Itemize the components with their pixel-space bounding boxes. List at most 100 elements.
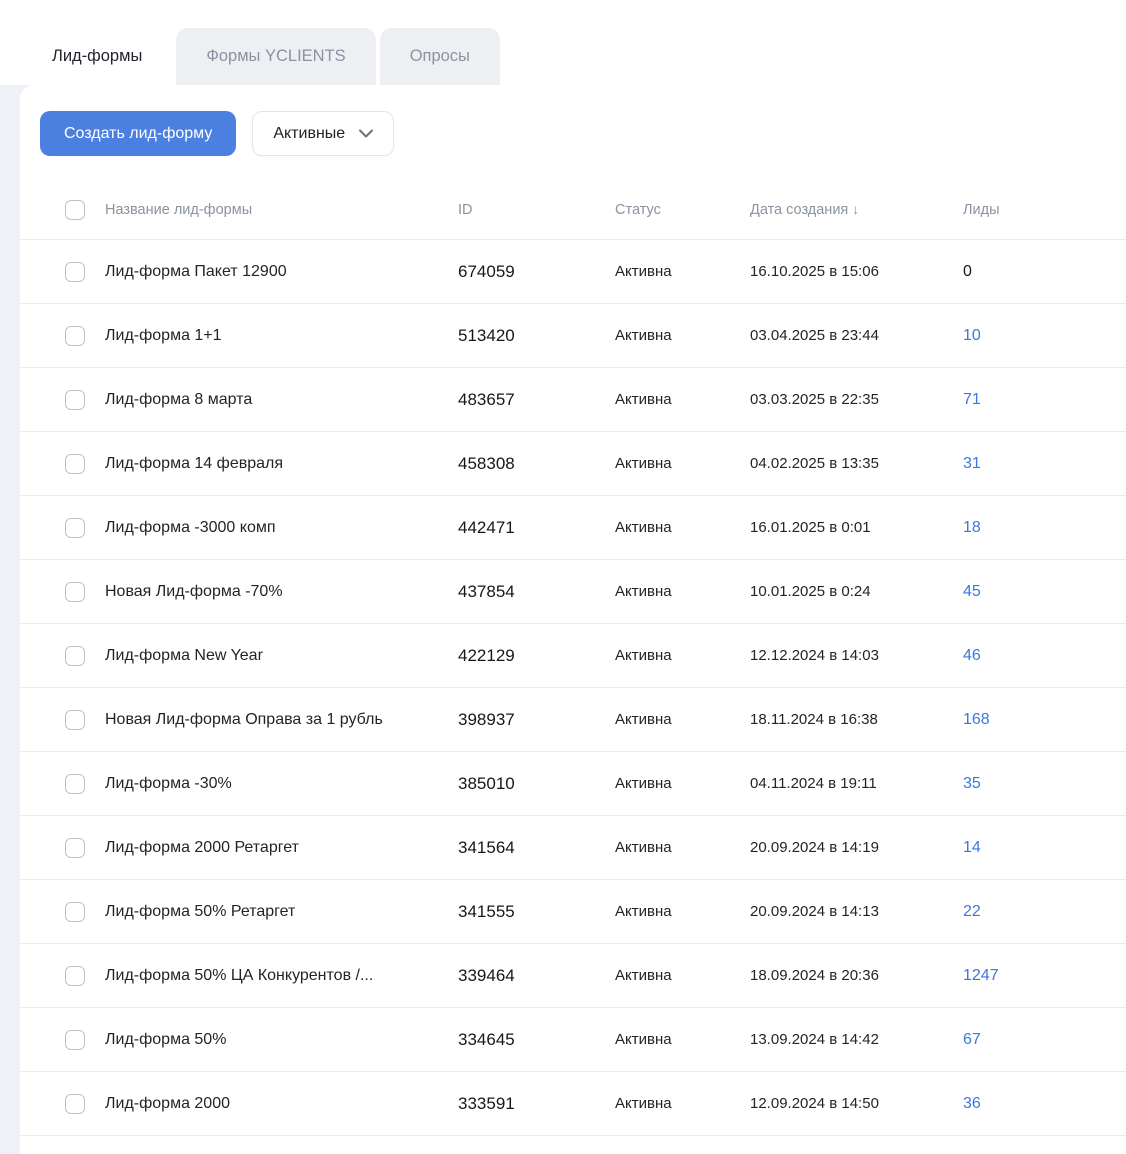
table-row[interactable]: Лид-форма -30% 385010 Активна 04.11.2024… [20,752,1126,816]
row-checkbox[interactable] [65,389,85,410]
lead-count-link[interactable]: 45 [963,583,1126,601]
row-checkbox[interactable] [65,517,85,538]
lead-form-created-date: 12.09.2024 в 14:50 [750,1095,879,1112]
lead-forms-table: Название лид-формы ID Статус Дата создан… [20,180,1126,1154]
row-checkbox[interactable] [65,965,85,986]
row-checkbox[interactable] [65,261,85,282]
sort-descending-icon[interactable]: ↓ [852,201,859,217]
column-header-status[interactable]: Статус [615,202,750,218]
row-checkbox[interactable] [65,773,85,794]
select-all-cell [65,199,105,220]
lead-form-id: 341555 [458,901,515,921]
tab-label: Лид-формы [52,47,143,65]
table-row[interactable]: Лид-форма 14 февраля 458308 Активна 04.0… [20,432,1126,496]
row-checkbox[interactable] [65,709,85,730]
column-header-leads[interactable]: Лиды [963,202,1126,218]
tab-bar: Лид-формы Формы YCLIENTS Опросы [22,28,500,85]
table-row[interactable]: Новая Лид-форма -70% 437854 Активна 10.0… [20,560,1126,624]
table-row[interactable]: Лид-форма 50% ЦА Конкурентов /... 339464… [20,944,1126,1008]
row-checkbox-cell [65,1093,105,1114]
row-checkbox[interactable] [65,1093,85,1114]
table-row[interactable]: Лид-форма 1+1 513420 Активна 03.04.2025 … [20,304,1126,368]
lead-count-link[interactable]: 14 [963,839,1126,857]
lead-form-status: Активна [615,711,672,728]
row-checkbox-cell [65,453,105,474]
table-row[interactable]: Лид-форма 8 марта 483657 Активна 03.03.2… [20,368,1126,432]
lead-form-id: 458308 [458,453,515,473]
lead-form-id: 341564 [458,837,515,857]
toolbar: Создать лид-форму Активные [40,111,395,156]
lead-form-name: Лид-форма 2000 [105,1094,230,1112]
lead-form-created-date: 12.12.2024 в 14:03 [750,647,879,664]
table-body: Лид-форма Пакет 12900 674059 Активна 16.… [20,240,1126,1136]
lead-count-link[interactable]: 46 [963,647,1126,665]
lead-form-created-date: 03.03.2025 в 22:35 [750,391,879,408]
table-row[interactable]: Лид-форма New Year 422129 Активна 12.12.… [20,624,1126,688]
lead-form-name: Лид-форма -3000 комп [105,518,276,536]
lead-form-status: Активна [615,775,672,792]
lead-form-id: 398937 [458,709,515,729]
table-row[interactable]: Лид-форма 2000 333591 Активна 12.09.2024… [20,1072,1126,1136]
select-all-checkbox[interactable] [65,199,85,220]
lead-count-link[interactable]: 71 [963,391,1126,409]
tab-lead-forms[interactable]: Лид-формы [22,28,173,85]
row-checkbox-cell [65,965,105,986]
lead-form-status: Активна [615,583,672,600]
lead-form-created-date: 04.11.2024 в 19:11 [750,775,877,792]
lead-form-id: 674059 [458,261,515,281]
lead-form-status: Активна [615,519,672,536]
table-header-row: Название лид-формы ID Статус Дата создан… [20,180,1126,240]
lead-count-link[interactable]: 31 [963,455,1126,473]
lead-form-id: 333591 [458,1093,515,1113]
status-filter-dropdown[interactable]: Активные [252,111,395,156]
column-header-id[interactable]: ID [458,202,615,218]
content-card: Создать лид-форму Активные Название лид-… [20,85,1126,1154]
row-checkbox[interactable] [65,901,85,922]
column-header-name[interactable]: Название лид-формы [105,202,458,218]
tab-label: Формы YCLIENTS [206,47,346,65]
tab-yclients-forms[interactable]: Формы YCLIENTS [176,28,376,85]
lead-form-name: Лид-форма New Year [105,646,263,664]
lead-count-link[interactable]: 35 [963,775,1126,793]
status-filter-value: Активные [273,124,346,142]
lead-count-link[interactable]: 1247 [963,967,1126,985]
row-checkbox[interactable] [65,581,85,602]
row-checkbox[interactable] [65,325,85,346]
row-checkbox[interactable] [65,1029,85,1050]
lead-form-id: 513420 [458,325,515,345]
row-checkbox-cell [65,581,105,602]
lead-form-name: Лид-форма 50% Ретаргет [105,902,296,920]
table-row[interactable]: Новая Лид-форма Оправа за 1 рубль 398937… [20,688,1126,752]
lead-count-link[interactable]: 18 [963,519,1126,537]
lead-count-link[interactable]: 36 [963,1095,1126,1113]
row-checkbox-cell [65,709,105,730]
create-lead-form-button[interactable]: Создать лид-форму [40,111,237,156]
lead-form-name: Новая Лид-форма -70% [105,582,283,600]
row-checkbox-cell [65,773,105,794]
lead-count-link[interactable]: 67 [963,1031,1126,1049]
lead-form-name: Лид-форма 2000 Ретаргет [105,838,299,856]
row-checkbox[interactable] [65,837,85,858]
lead-form-id: 339464 [458,965,515,985]
lead-form-status: Активна [615,839,672,856]
row-checkbox-cell [65,837,105,858]
lead-count-link[interactable]: 10 [963,327,1126,345]
row-checkbox[interactable] [65,645,85,666]
row-checkbox-cell [65,1029,105,1050]
lead-form-created-date: 20.09.2024 в 14:19 [750,839,879,856]
table-row[interactable]: Лид-форма 50% 334645 Активна 13.09.2024 … [20,1008,1126,1072]
lead-form-name: Лид-форма 50% ЦА Конкурентов /... [105,966,374,984]
lead-form-id: 385010 [458,773,515,793]
row-checkbox-cell [65,389,105,410]
lead-count-link[interactable]: 168 [963,711,1126,729]
table-row[interactable]: Лид-форма 2000 Ретаргет 341564 Активна 2… [20,816,1126,880]
table-row[interactable]: Лид-форма -3000 комп 442471 Активна 16.0… [20,496,1126,560]
lead-form-status: Активна [615,1031,672,1048]
lead-count-link[interactable]: 22 [963,903,1126,921]
table-row[interactable]: Лид-форма 50% Ретаргет 341555 Активна 20… [20,880,1126,944]
tab-surveys[interactable]: Опросы [379,28,500,85]
lead-form-created-date: 18.11.2024 в 16:38 [750,711,878,728]
column-header-created[interactable]: Дата создания ↓ [750,201,963,218]
row-checkbox[interactable] [65,453,85,474]
table-row[interactable]: Лид-форма Пакет 12900 674059 Активна 16.… [20,240,1126,304]
